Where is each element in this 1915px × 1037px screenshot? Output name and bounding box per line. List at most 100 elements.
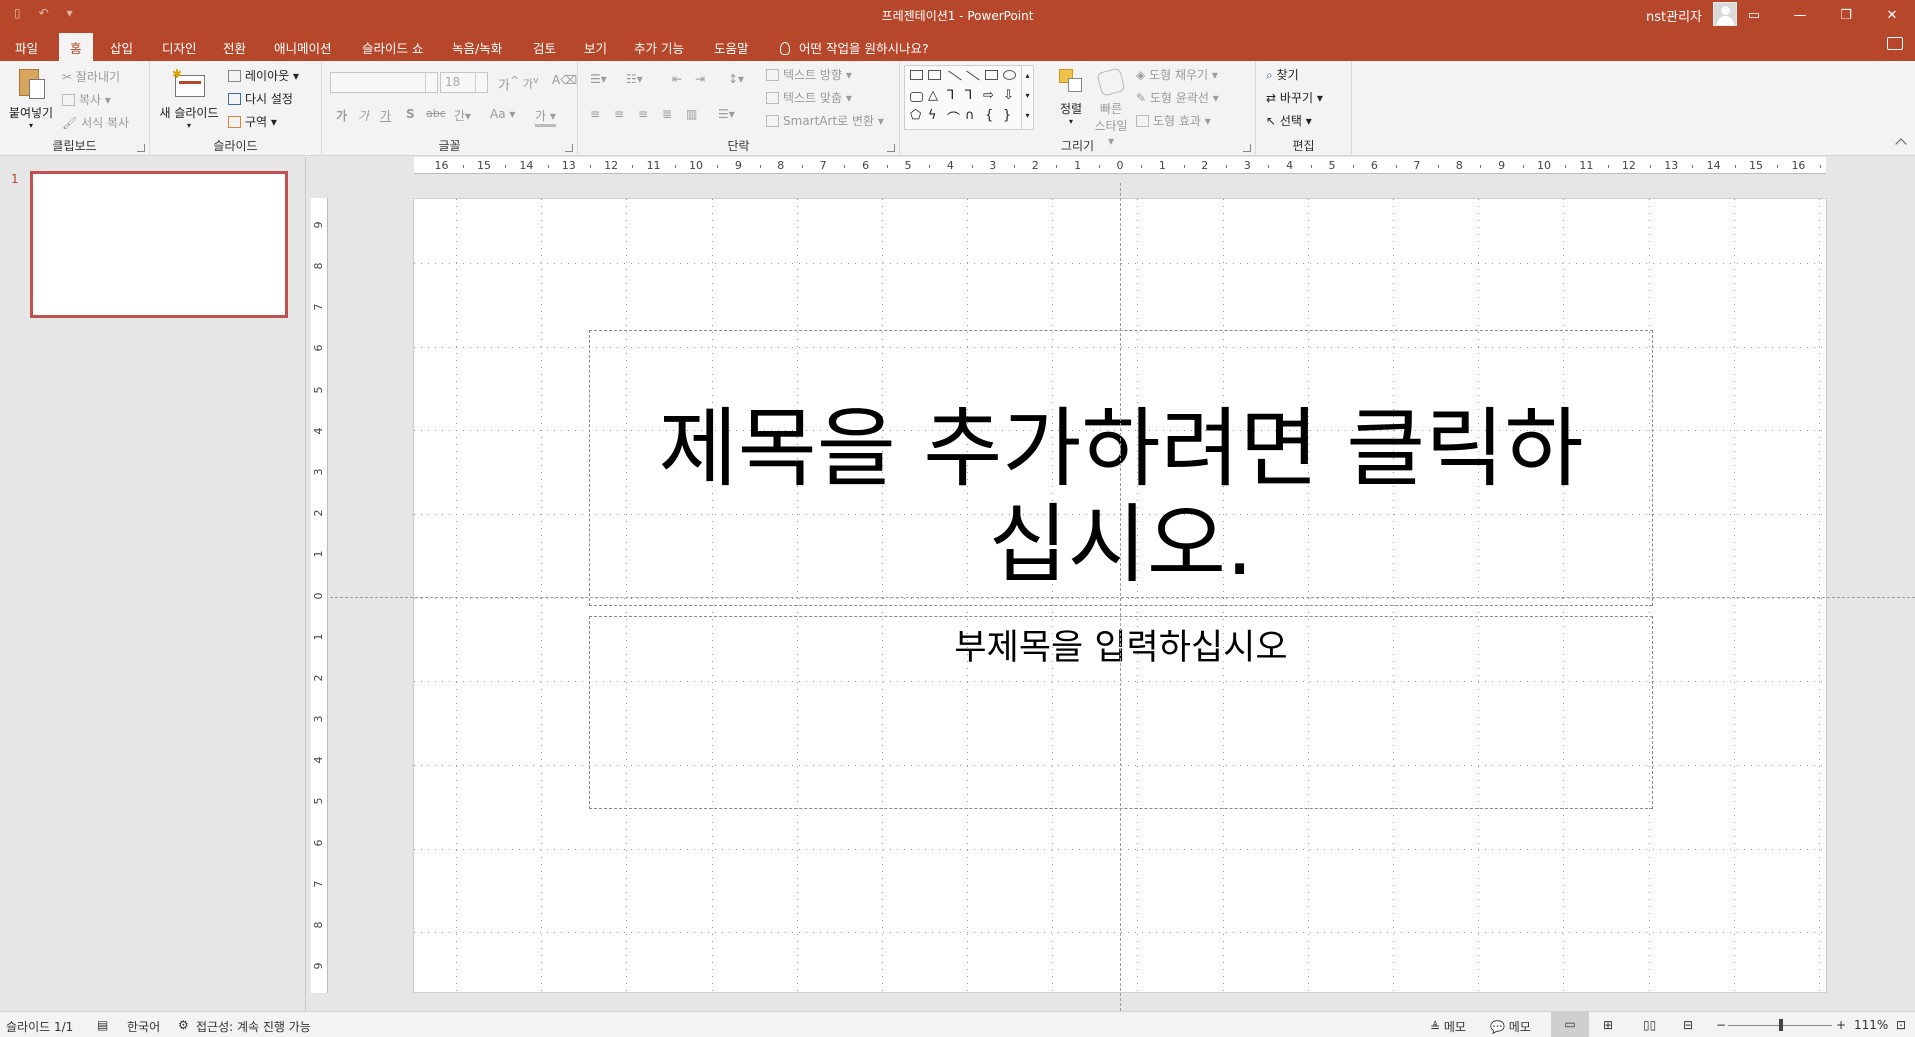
rounded-rect-shape-icon[interactable] xyxy=(910,92,923,102)
collapse-ribbon-icon[interactable] xyxy=(1895,138,1907,150)
strikethrough-button[interactable]: abc xyxy=(426,107,446,120)
tell-me-search[interactable]: 어떤 작업을 원하시나요? xyxy=(780,38,929,57)
copy-button[interactable]: 복사 ▾ xyxy=(62,91,111,108)
tab-view[interactable]: 보기 xyxy=(584,38,607,57)
spellcheck-icon[interactable]: ▤ xyxy=(97,1018,108,1032)
right-arrow-shape-icon[interactable]: ⇨ xyxy=(983,88,994,103)
minimize-icon[interactable]: — xyxy=(1777,0,1823,30)
decrease-font-button[interactable]: 가v xyxy=(523,75,539,92)
textbox-shape-icon[interactable] xyxy=(910,70,923,80)
tab-file[interactable]: 파일 xyxy=(15,38,38,57)
quick-styles-button[interactable]: 빠른 스타일 ▾ xyxy=(1090,67,1132,148)
arc-shape-icon[interactable]: ⌒ xyxy=(947,108,960,127)
tab-record[interactable]: 녹음/녹화 xyxy=(452,38,502,57)
font-size-combo[interactable]: 18 xyxy=(440,72,488,93)
underline-button[interactable]: 가 xyxy=(380,107,391,124)
paragraph-more-icon[interactable]: ☰▾ xyxy=(718,107,735,121)
shadow-button[interactable]: S xyxy=(406,107,415,121)
dialog-launcher-icon[interactable] xyxy=(887,144,895,152)
tab-insert[interactable]: 삽입 xyxy=(110,38,133,57)
comments-icon[interactable] xyxy=(1887,37,1903,50)
slide-counter[interactable]: 슬라이드 1/1 xyxy=(6,1018,73,1035)
justify-icon[interactable]: ≣ xyxy=(662,107,672,121)
bullets-icon[interactable]: ☰▾ xyxy=(590,72,607,86)
align-left-icon[interactable]: ≡ xyxy=(590,107,600,121)
vertical-textbox-shape-icon[interactable] xyxy=(928,70,941,80)
decrease-indent-icon[interactable]: ⇤ xyxy=(672,72,682,86)
tab-addins[interactable]: 추가 기능 xyxy=(634,38,684,57)
shapes-gallery[interactable]: △ ⅂ ⅂ ⇨ ⇩ ⬠ ϟ ⌒ ∩ { } ▴ ▾ ▾ xyxy=(904,65,1034,130)
comments-button[interactable]: 💬 메모 xyxy=(1490,1018,1531,1035)
slide-thumbnail[interactable] xyxy=(30,171,288,318)
zoom-level[interactable]: 111% xyxy=(1854,1018,1888,1032)
language-indicator[interactable]: 한국어 xyxy=(127,1018,160,1035)
dialog-launcher-icon[interactable] xyxy=(1243,144,1251,152)
increase-indent-icon[interactable]: ⇥ xyxy=(695,72,705,86)
tab-home[interactable]: 홈 xyxy=(59,33,93,61)
replace-button[interactable]: ⇄ 바꾸기 ▾ xyxy=(1266,89,1323,106)
select-button[interactable]: ↖ 선택 ▾ xyxy=(1266,112,1312,129)
lightning-shape-icon[interactable]: ϟ xyxy=(928,108,937,123)
zoom-out-icon[interactable]: − xyxy=(1716,1018,1726,1032)
find-button[interactable]: ⌕ 찾기 xyxy=(1266,66,1299,83)
ribbon-display-icon[interactable]: ▭ xyxy=(1731,0,1777,30)
new-slide-button[interactable]: ✱ 새 슬라이드 ▾ xyxy=(156,67,222,130)
char-spacing-button[interactable]: 간▾ xyxy=(454,107,471,124)
align-right-icon[interactable]: ≡ xyxy=(638,107,648,121)
shape-outline-button[interactable]: ✎ 도형 윤곽선 ▾ xyxy=(1136,89,1219,106)
accessibility-icon[interactable]: ⚙ xyxy=(178,1018,189,1032)
brace-right-shape-icon[interactable]: } xyxy=(1003,108,1011,123)
elbow-shape-icon[interactable]: ⅂ xyxy=(965,88,972,103)
zoom-in-icon[interactable]: + xyxy=(1836,1018,1846,1032)
oval-shape-icon[interactable] xyxy=(1003,70,1016,80)
line-shape-icon[interactable] xyxy=(948,70,962,81)
change-case-button[interactable]: Aa ▾ xyxy=(490,107,515,121)
normal-view-icon[interactable]: ▭ xyxy=(1551,1012,1589,1037)
layout-button[interactable]: 레이아웃 ▾ xyxy=(228,67,299,84)
down-arrow-shape-icon[interactable]: ⇩ xyxy=(1003,88,1014,103)
maximize-icon[interactable]: ❐ xyxy=(1823,0,1869,30)
shape-effects-button[interactable]: 도형 효과 ▾ xyxy=(1136,112,1211,129)
font-color-button[interactable]: 가 ▾ xyxy=(535,107,556,127)
brace-left-shape-icon[interactable]: { xyxy=(985,108,993,123)
reset-button[interactable]: 다시 설정 xyxy=(228,90,293,107)
section-button[interactable]: 구역 ▾ xyxy=(228,113,277,130)
close-icon[interactable]: ✕ xyxy=(1869,0,1915,30)
title-placeholder[interactable]: 제목을 추가하려면 클릭하 십시오. xyxy=(589,330,1653,606)
horizontal-guide[interactable] xyxy=(330,597,1915,598)
smartart-button[interactable]: SmartArt로 변환 ▾ xyxy=(766,112,884,129)
triangle-shape-icon[interactable]: △ xyxy=(928,88,938,103)
align-center-icon[interactable]: ≡ xyxy=(614,107,624,121)
paste-button[interactable]: 붙여넣기 ▾ xyxy=(6,67,56,130)
cut-button[interactable]: ✂ 잘라내기 xyxy=(62,68,120,85)
align-text-button[interactable]: 텍스트 맞춤 ▾ xyxy=(766,89,852,106)
rectangle-shape-icon[interactable] xyxy=(985,70,998,80)
tab-slideshow[interactable]: 슬라이드 쇼 xyxy=(362,38,423,57)
dialog-launcher-icon[interactable] xyxy=(565,144,573,152)
tab-design[interactable]: 디자인 xyxy=(162,38,197,57)
arrange-button[interactable]: 정렬 ▾ xyxy=(1052,67,1090,126)
fit-to-window-icon[interactable]: ⊡ xyxy=(1896,1018,1906,1032)
line-spacing-icon[interactable]: ↕▾ xyxy=(728,72,744,86)
curve-shape-icon[interactable]: ∩ xyxy=(965,108,975,123)
bold-button[interactable]: 가 xyxy=(336,107,347,124)
numbering-icon[interactable]: ☷▾ xyxy=(626,72,643,86)
dialog-launcher-icon[interactable] xyxy=(137,144,145,152)
tab-review[interactable]: 검토 xyxy=(533,38,556,57)
arrow-shape-icon[interactable] xyxy=(966,70,980,81)
shape-fill-button[interactable]: ◈ 도형 채우기 ▾ xyxy=(1136,66,1218,83)
vertical-guide[interactable] xyxy=(1120,183,1121,1011)
clear-format-icon[interactable]: A⌫ xyxy=(552,73,577,87)
text-direction-button[interactable]: 텍스트 방향 ▾ xyxy=(766,66,852,83)
italic-button[interactable]: 가 xyxy=(358,107,369,124)
subtitle-placeholder[interactable]: 부제목을 입력하십시오 xyxy=(589,616,1653,809)
font-name-combo[interactable] xyxy=(330,72,438,93)
user-name[interactable]: nst관리자 xyxy=(1646,6,1702,25)
connector-shape-icon[interactable]: ⅂ xyxy=(947,88,954,103)
reading-view-icon[interactable]: ▯▯ xyxy=(1643,1018,1656,1032)
columns-icon[interactable]: ▥ xyxy=(686,107,697,121)
increase-font-button[interactable]: 가^ xyxy=(498,74,519,93)
notes-button[interactable]: ≜ 메모 xyxy=(1430,1018,1466,1035)
tab-animations[interactable]: 애니메이션 xyxy=(274,38,332,57)
accessibility-status[interactable]: 접근성: 계속 진행 가능 xyxy=(196,1018,311,1035)
